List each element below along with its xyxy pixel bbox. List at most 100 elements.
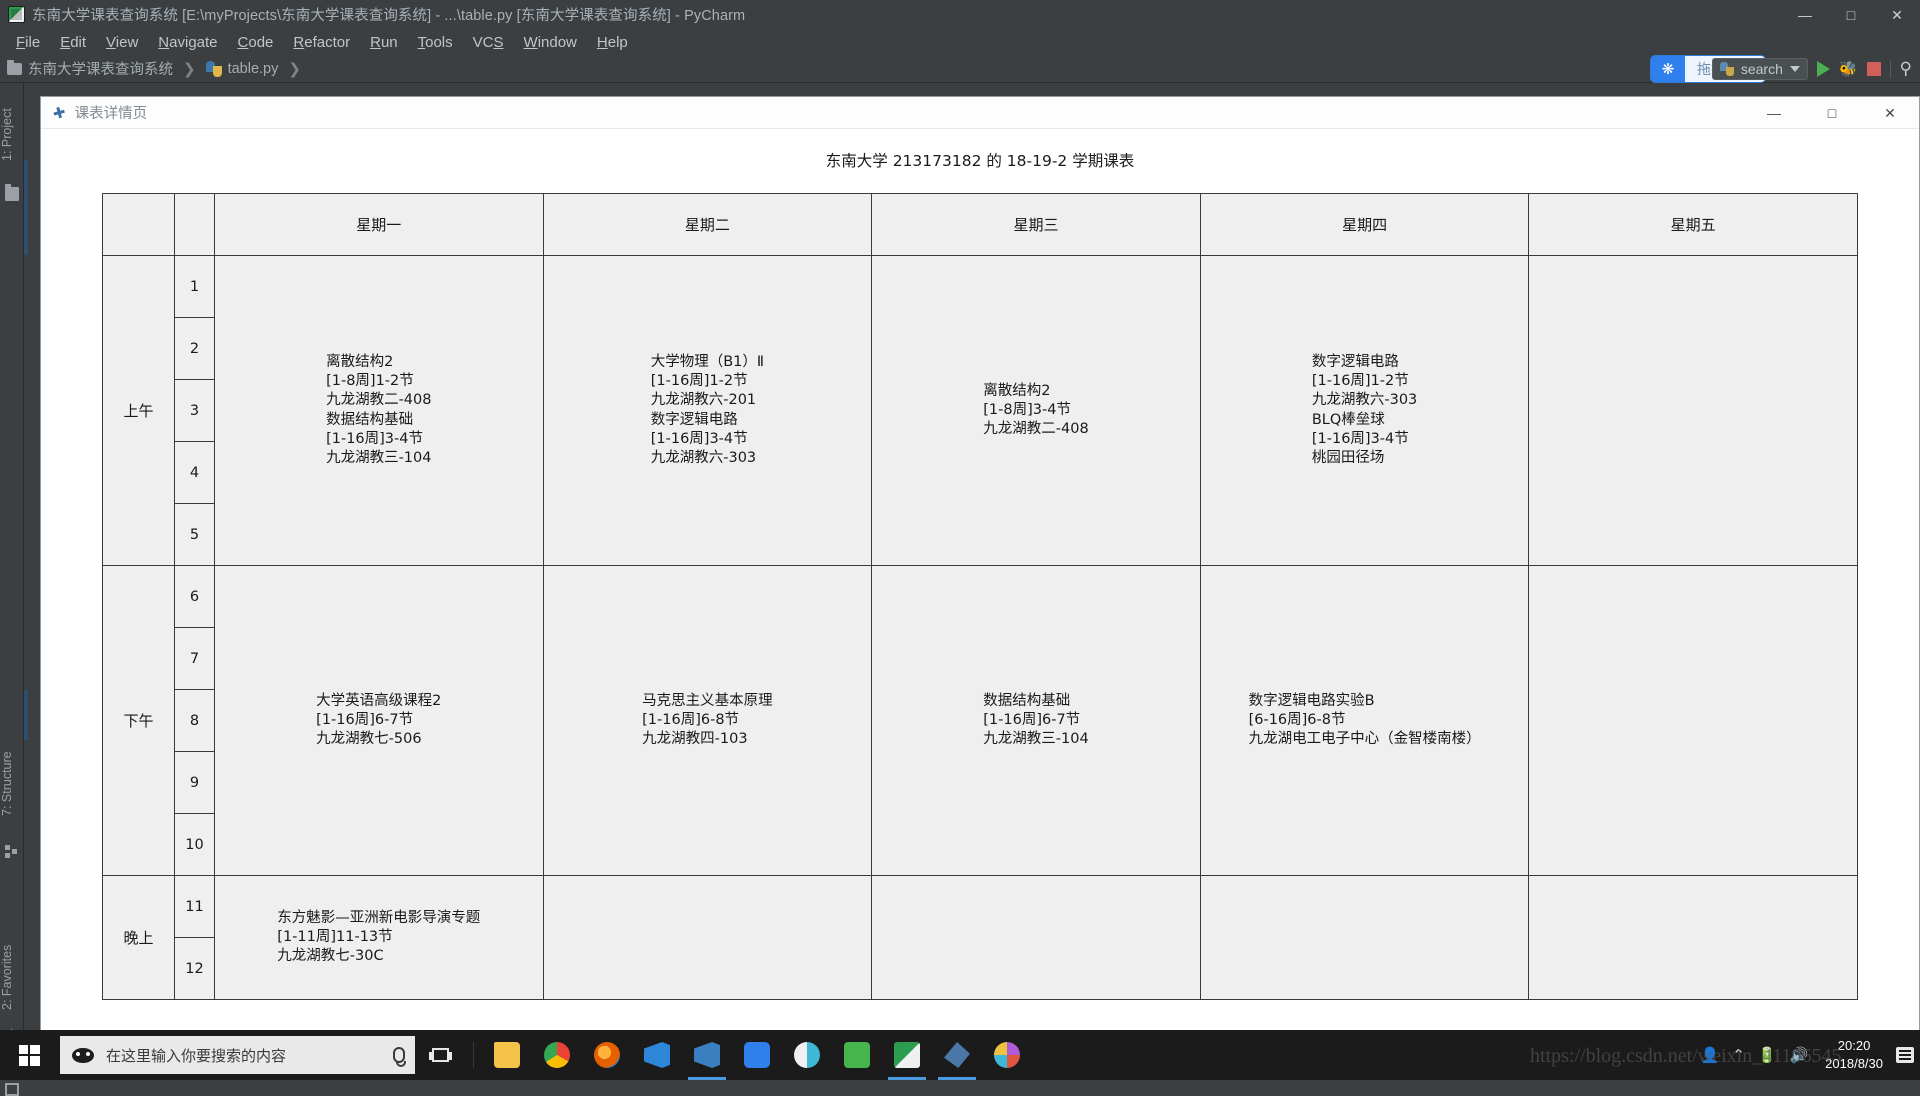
menu-navigate[interactable]: Navigate [149, 32, 226, 53]
cell-morning-friday[interactable] [1528, 255, 1858, 566]
window-controls: — □ ✕ [1782, 0, 1920, 29]
cell-morning-monday[interactable]: 离散结构2 [1-8周]1-2节 九龙湖教二-408 数据结构基础 [1-16周]3-4… [214, 255, 544, 566]
taskbar-app-file-explorer[interactable] [482, 1030, 532, 1080]
course-line: [6-16周]6-8节 [1248, 711, 1346, 728]
course-line: 东方魅影—亚洲新电影导演专题 [277, 909, 481, 926]
sidebar-item-favorites[interactable]: 2: Favorites [0, 923, 24, 1031]
menu-view[interactable]: View [97, 32, 147, 53]
taskbar-app-feather[interactable] [932, 1030, 982, 1080]
baidu-cloud-icon [744, 1042, 770, 1068]
clock[interactable]: 20:20 2018/8/30 [1821, 1037, 1883, 1072]
taskbar-app-baidu-netdisk[interactable] [732, 1030, 782, 1080]
menu-file[interactable]: File [7, 32, 49, 53]
taskbar-app-pycharm[interactable] [882, 1030, 932, 1080]
course-line: 九龙湖教六-303 [1311, 392, 1418, 409]
cell-morning-tuesday[interactable]: 大学物理（B1）Ⅱ [1-16周]1-2节 九龙湖教六-201 数字逻辑电路 [1-16… [542, 255, 873, 566]
taskbar-app-thunder[interactable] [782, 1030, 832, 1080]
run-configuration-selector[interactable]: search [1711, 58, 1808, 80]
timetable-header-row: 星期一 星期二 星期三 星期四 星期五 [102, 193, 1858, 256]
sidebar-item-structure[interactable]: 7: Structure [0, 731, 24, 837]
course-line: 数字逻辑电路 [1311, 353, 1399, 370]
period-9: 9 [174, 751, 215, 814]
menu-bar: File Edit View Navigate Code Refactor Ru… [0, 29, 1920, 55]
taskbar-apps [482, 1030, 1032, 1080]
cell-afternoon-wednesday[interactable]: 数据结构基础 [1-16周]6-7节 九龙湖教三-104 [871, 565, 1201, 876]
chevron-up-icon[interactable]: ⌃ [1732, 1046, 1745, 1064]
cell-evening-friday[interactable] [1528, 875, 1858, 1000]
course-line: [1-16周]3-4节 [1311, 430, 1409, 447]
clock-time: 20:20 [1837, 1038, 1871, 1054]
breadcrumb-project[interactable]: 东南大学课表查询系统 [28, 58, 173, 79]
editor-edge-highlight-2 [24, 690, 28, 740]
timetable-window-controls: — □ ✕ [1745, 97, 1919, 129]
python-file-icon [1719, 62, 1734, 76]
cell-afternoon-friday[interactable] [1528, 565, 1858, 876]
taskbar-app-spinner[interactable] [982, 1030, 1032, 1080]
volume-icon[interactable]: 🔊 [1789, 1046, 1808, 1064]
start-button[interactable] [0, 1030, 58, 1080]
cell-afternoon-tuesday[interactable]: 马克思主义基本原理 [1-16周]6-8节 九龙湖教四-103 [542, 565, 873, 876]
course-line: [1-16周]1-2节 [650, 372, 748, 389]
cell-evening-wednesday[interactable] [871, 875, 1201, 1000]
debug-button[interactable]: 🐝 [1839, 60, 1858, 78]
menu-tools[interactable]: Tools [409, 32, 462, 53]
course-line: 九龙湖教二-408 [326, 392, 432, 409]
cell-evening-tuesday[interactable] [542, 875, 873, 1000]
microphone-icon[interactable] [393, 1047, 406, 1067]
task-view-button[interactable] [415, 1030, 465, 1080]
timetable: 星期一 星期二 星期三 星期四 星期五 上午 1 离散结构2 [1-8周]1-2节… [102, 193, 1858, 1000]
course-line: [1-16周]3-4节 [326, 430, 423, 447]
timetable-maximize-button[interactable]: □ [1803, 97, 1861, 129]
title-bar: 东南大学课表查询系统 [E:\myProjects\东南大学课表查询系统] - … [0, 0, 1920, 29]
timetable-minimize-button[interactable]: — [1745, 97, 1803, 129]
breadcrumb-file[interactable]: table.py [228, 61, 279, 77]
menu-help[interactable]: Help [588, 32, 637, 53]
cell-evening-thursday[interactable] [1199, 875, 1530, 1000]
sidebar-item-project[interactable]: 1: Project [0, 91, 24, 179]
menu-window[interactable]: Window [515, 32, 586, 53]
close-button[interactable]: ✕ [1874, 0, 1920, 29]
segment-label-afternoon: 下午 [102, 565, 175, 876]
window-icon [5, 1083, 19, 1096]
period-4: 4 [174, 441, 215, 504]
pycharm-icon [8, 6, 25, 23]
cell-morning-thursday[interactable]: 数字逻辑电路 [1-16周]1-2节 九龙湖教六-303 BLQ棒垒球 [1-16周]3… [1199, 255, 1530, 566]
cell-evening-monday[interactable]: 东方魅影—亚洲新电影导演专题 [1-11周]11-13节 九龙湖教七-30C [214, 875, 544, 1000]
taskbar-app-vscode-insiders[interactable] [682, 1030, 732, 1080]
course-line: 离散结构2 [326, 353, 394, 370]
cell-afternoon-thursday[interactable]: 数字逻辑电路实验B [6-16周]6-8节 九龙湖电工电子中心（金智楼南楼） [1199, 565, 1530, 876]
cell-afternoon-monday[interactable]: 大学英语高级课程2 [1-16周]6-7节 九龙湖教七-506 [214, 565, 544, 876]
taskbar-app-firefox[interactable] [582, 1030, 632, 1080]
maximize-button[interactable]: □ [1828, 0, 1874, 29]
search-input[interactable]: 在这里输入你要搜索的内容 [60, 1036, 415, 1074]
minimize-button[interactable]: — [1782, 0, 1828, 29]
breadcrumb-separator-1: ❯ [183, 60, 196, 78]
period-5: 5 [174, 503, 215, 566]
menu-vcs[interactable]: VCS [464, 32, 513, 53]
course-line: [1-16周]1-2节 [1311, 372, 1409, 389]
period-6: 6 [174, 565, 215, 628]
course-line: [1-16周]6-7节 [316, 711, 414, 728]
pycharm-window: 东南大学课表查询系统 [E:\myProjects\东南大学课表查询系统] - … [0, 0, 1920, 1096]
cell-morning-wednesday[interactable]: 离散结构2 [1-8周]3-4节 九龙湖教二-408 [871, 255, 1201, 566]
column-header-thursday: 星期四 [1199, 193, 1530, 256]
notification-icon[interactable] [1896, 1047, 1914, 1063]
people-icon[interactable]: 👤 [1701, 1046, 1720, 1064]
window-title: 东南大学课表查询系统 [E:\myProjects\东南大学课表查询系统] - … [32, 8, 746, 24]
menu-refactor[interactable]: Refactor [284, 32, 359, 53]
search-everywhere-icon[interactable]: ⚲ [1900, 59, 1912, 79]
taskbar-app-visual-studio-code[interactable] [632, 1030, 682, 1080]
timetable-close-button[interactable]: ✕ [1861, 97, 1919, 129]
stop-button[interactable] [1866, 62, 1881, 76]
breadcrumb: 东南大学课表查询系统 ❯ table.py ❯ [7, 58, 305, 79]
menu-code[interactable]: Code [229, 32, 283, 53]
taskbar-app-google-chrome[interactable] [532, 1030, 582, 1080]
battery-icon[interactable]: 🔋 [1758, 1046, 1777, 1064]
column-header-wednesday: 星期三 [871, 193, 1201, 256]
taskbar-app-wechat-devtools[interactable] [832, 1030, 882, 1080]
segment-label-evening: 晚上 [102, 875, 175, 1000]
menu-edit[interactable]: Edit [51, 32, 95, 53]
run-button[interactable] [1816, 61, 1830, 77]
menu-run[interactable]: Run [361, 32, 407, 53]
period-3: 3 [174, 379, 215, 442]
